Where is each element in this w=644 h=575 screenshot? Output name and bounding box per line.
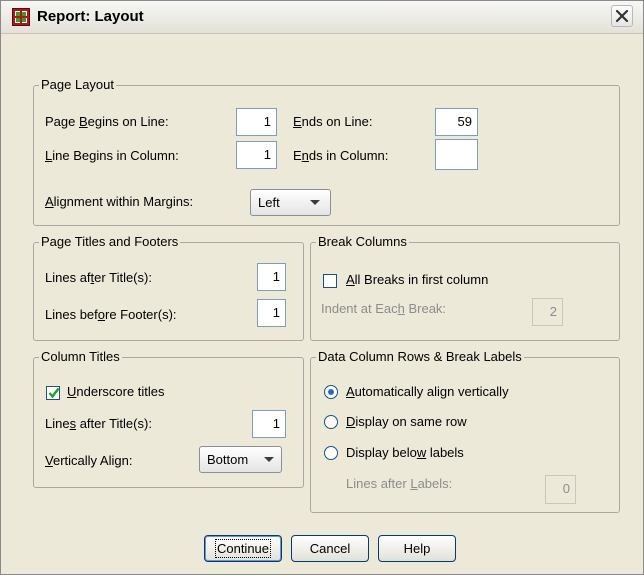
- ends-on-line-label: Ends on Line:: [293, 114, 373, 129]
- col-lines-after-title-input[interactable]: 1: [252, 410, 286, 438]
- alignment-dropdown[interactable]: Left: [250, 189, 331, 216]
- lines-after-title-input[interactable]: 1: [257, 263, 286, 291]
- page-begins-label: Page Begins on Line:: [45, 114, 169, 129]
- underscore-titles-label[interactable]: Underscore titles: [67, 384, 165, 400]
- vertically-align-label: Vertically Align:: [45, 453, 133, 468]
- cancel-button[interactable]: Cancel: [291, 535, 369, 562]
- lines-before-footer-label: Lines before Footer(s):: [45, 307, 177, 322]
- all-breaks-checkbox[interactable]: [323, 274, 337, 288]
- auto-align-label[interactable]: Automatically align vertically: [346, 384, 509, 400]
- continue-label: Continue: [214, 539, 272, 558]
- alignment-label: Alignment within Margins:: [45, 194, 194, 209]
- column-titles-legend: Column Titles: [39, 349, 122, 365]
- lines-after-title-label: Lines after Title(s):: [45, 270, 152, 285]
- close-icon: [615, 9, 629, 23]
- vertically-align-value: Bottom: [207, 452, 249, 467]
- chevron-down-icon: [310, 200, 320, 205]
- radio-below-labels[interactable]: [324, 446, 338, 460]
- continue-button[interactable]: Continue: [204, 535, 282, 562]
- close-button[interactable]: [611, 5, 633, 27]
- line-begins-label: Line Begins in Column:: [45, 148, 179, 163]
- underscore-titles-checkbox[interactable]: [46, 386, 60, 400]
- indent-break-label: Indent at Each Break:: [321, 301, 447, 316]
- line-begins-input[interactable]: 1: [236, 141, 277, 169]
- ends-on-line-input[interactable]: 59: [435, 108, 478, 136]
- help-button[interactable]: Help: [378, 535, 456, 562]
- lines-after-labels-label: Lines after Labels:: [346, 476, 453, 491]
- ends-in-column-label: Ends in Column:: [293, 148, 389, 163]
- report-layout-dialog: Report: Layout Page Layout Page Begins o…: [0, 0, 644, 575]
- radio-selected-dot: [328, 389, 334, 395]
- break-columns-legend: Break Columns: [316, 234, 409, 250]
- title-bar[interactable]: Report: Layout: [1, 1, 643, 34]
- indent-break-input[interactable]: 2: [532, 298, 563, 326]
- all-breaks-label[interactable]: All Breaks in first column: [346, 272, 488, 288]
- window-title: Report: Layout: [37, 8, 144, 25]
- page-begins-input[interactable]: 1: [236, 108, 277, 136]
- page-layout-legend: Page Layout: [39, 77, 117, 93]
- col-lines-after-title-label: Lines after Title(s):: [45, 416, 152, 431]
- ends-in-column-input[interactable]: [435, 139, 478, 170]
- vertically-align-dropdown[interactable]: Bottom: [199, 446, 282, 473]
- data-rows-legend: Data Column Rows & Break Labels: [316, 349, 524, 365]
- radio-same-row[interactable]: [324, 415, 338, 429]
- spss-report-icon: [12, 8, 30, 26]
- lines-before-footer-input[interactable]: 1: [257, 299, 286, 327]
- same-row-label[interactable]: Display on same row: [346, 414, 467, 430]
- chevron-down-icon: [264, 457, 274, 462]
- checkmark-icon: [48, 387, 60, 399]
- alignment-value: Left: [258, 195, 280, 210]
- radio-auto-align[interactable]: [324, 385, 338, 399]
- break-columns-group: Break Columns: [310, 234, 620, 341]
- titles-footers-legend: Page Titles and Footers: [39, 234, 181, 250]
- lines-after-labels-input[interactable]: 0: [545, 475, 576, 504]
- below-labels-label[interactable]: Display below labels: [346, 445, 464, 461]
